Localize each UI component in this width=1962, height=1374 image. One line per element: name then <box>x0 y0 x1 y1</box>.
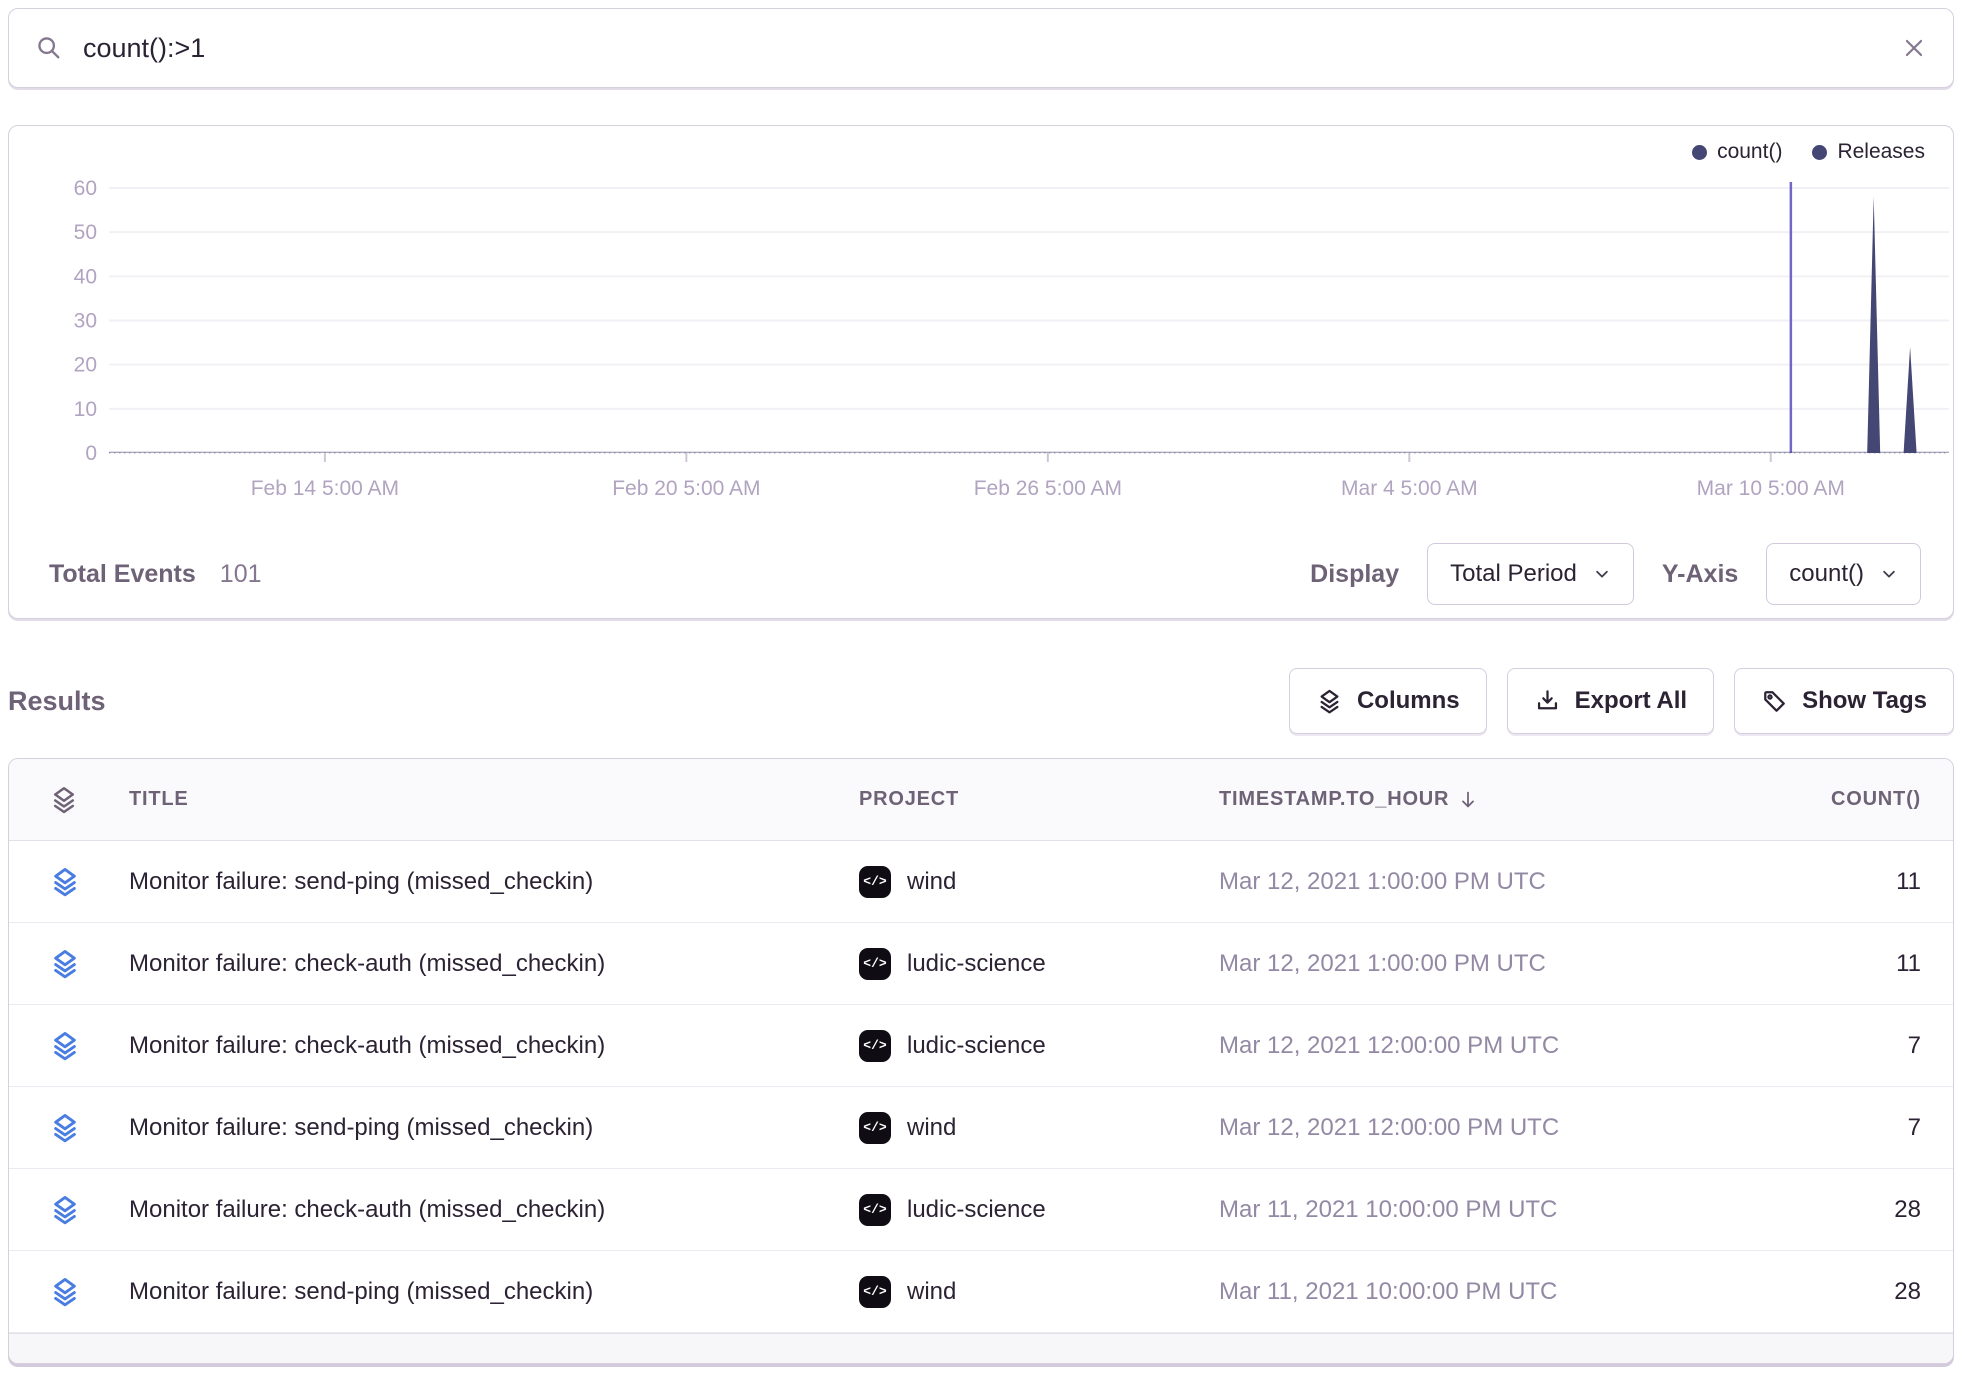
project-cell[interactable]: </> wind <box>859 866 1219 898</box>
project-cell[interactable]: </> ludic-science <box>859 1030 1219 1062</box>
event-title[interactable]: Monitor failure: check-auth (missed_chec… <box>129 1196 859 1224</box>
count-cell[interactable]: 11 <box>1819 950 1921 978</box>
count-cell[interactable]: 28 <box>1819 1278 1921 1306</box>
count-spike <box>1867 197 1880 453</box>
project-cell[interactable]: </> wind <box>859 1276 1219 1308</box>
project-name: ludic-science <box>907 1032 1046 1060</box>
project-cell[interactable]: </> ludic-science <box>859 1194 1219 1226</box>
sort-desc-arrow-icon <box>1457 789 1479 811</box>
timestamp-cell[interactable]: Mar 12, 2021 12:00:00 PM UTC <box>1219 1032 1819 1060</box>
platform-icon: </> <box>859 1276 891 1308</box>
platform-icon: </> <box>859 866 891 898</box>
download-icon <box>1534 688 1561 715</box>
count-cell[interactable]: 11 <box>1819 868 1921 896</box>
table-row[interactable]: Monitor failure: check-auth (missed_chec… <box>9 1005 1953 1087</box>
count-cell[interactable]: 28 <box>1819 1196 1921 1224</box>
event-stack-icon <box>49 866 81 898</box>
table-header-row: TITLE PROJECT TIMESTAMP.TO_HOUR COUNT() <box>9 759 1953 841</box>
project-name: ludic-science <box>907 950 1046 978</box>
timestamp-cell[interactable]: Mar 12, 2021 1:00:00 PM UTC <box>1219 950 1819 978</box>
show-tags-button-label: Show Tags <box>1802 687 1927 715</box>
show-tags-button[interactable]: Show Tags <box>1734 668 1954 734</box>
platform-icon: </> <box>859 1030 891 1062</box>
table-row[interactable]: Monitor failure: send-ping (missed_check… <box>9 1087 1953 1169</box>
results-title: Results <box>8 686 106 717</box>
search-input[interactable] <box>81 18 1883 78</box>
search-icon <box>35 34 63 62</box>
column-header-project[interactable]: PROJECT <box>859 788 1219 811</box>
total-events-value: 101 <box>220 560 262 589</box>
columns-button[interactable]: Columns <box>1289 668 1487 734</box>
chevron-down-icon <box>1593 565 1611 583</box>
y-axis-tick-label: 10 <box>74 398 97 421</box>
table-row[interactable]: Monitor failure: send-ping (missed_check… <box>9 1251 1953 1333</box>
table-footer <box>9 1333 1953 1363</box>
count-cell[interactable]: 7 <box>1819 1114 1921 1142</box>
table-row[interactable]: Monitor failure: send-ping (missed_check… <box>9 841 1953 923</box>
x-axis-tick-label: Mar 4 5:00 AM <box>1341 477 1478 500</box>
y-axis-tick-label: 60 <box>74 177 97 200</box>
project-name: wind <box>907 868 956 896</box>
y-axis-label: Y-Axis <box>1662 560 1738 589</box>
event-title[interactable]: Monitor failure: check-auth (missed_chec… <box>129 1032 859 1060</box>
event-stack-icon <box>49 948 81 980</box>
y-axis-tick-label: 40 <box>74 265 97 288</box>
clear-search-icon[interactable] <box>1901 35 1927 61</box>
project-name: ludic-science <box>907 1196 1046 1224</box>
y-axis-dropdown[interactable]: count() <box>1766 543 1921 605</box>
platform-icon: </> <box>859 948 891 980</box>
event-stack-icon <box>49 1112 81 1144</box>
columns-button-label: Columns <box>1357 687 1460 715</box>
tag-icon <box>1761 688 1788 715</box>
event-stack-icon <box>49 1030 81 1062</box>
event-title[interactable]: Monitor failure: check-auth (missed_chec… <box>129 950 859 978</box>
y-axis-tick-label: 50 <box>74 221 97 244</box>
event-title[interactable]: Monitor failure: send-ping (missed_check… <box>129 868 859 896</box>
results-table: TITLE PROJECT TIMESTAMP.TO_HOUR COUNT() … <box>8 758 1954 1364</box>
x-axis-tick-label: Feb 14 5:00 AM <box>251 477 399 500</box>
y-axis-tick-label: 30 <box>74 309 97 332</box>
timestamp-cell[interactable]: Mar 11, 2021 10:00:00 PM UTC <box>1219 1196 1819 1224</box>
stack-icon <box>1316 688 1343 715</box>
project-cell[interactable]: </> wind <box>859 1112 1219 1144</box>
total-events-label: Total Events <box>49 560 196 589</box>
project-name: wind <box>907 1278 956 1306</box>
export-all-button-label: Export All <box>1575 687 1687 715</box>
results-actions: Columns Export All Show Tags <box>1289 668 1954 734</box>
search-bar <box>8 8 1954 88</box>
timestamp-cell[interactable]: Mar 11, 2021 10:00:00 PM UTC <box>1219 1278 1819 1306</box>
project-cell[interactable]: </> ludic-science <box>859 948 1219 980</box>
project-name: wind <box>907 1114 956 1142</box>
event-title[interactable]: Monitor failure: send-ping (missed_check… <box>129 1278 859 1306</box>
event-stack-icon <box>49 1194 81 1226</box>
display-dropdown-value: Total Period <box>1450 560 1577 588</box>
stack-icon[interactable] <box>49 785 79 815</box>
column-header-timestamp[interactable]: TIMESTAMP.TO_HOUR <box>1219 788 1819 811</box>
timestamp-cell[interactable]: Mar 12, 2021 1:00:00 PM UTC <box>1219 868 1819 896</box>
count-cell[interactable]: 7 <box>1819 1032 1921 1060</box>
column-header-title[interactable]: TITLE <box>129 788 859 811</box>
count-spike <box>1904 347 1917 453</box>
events-chart-panel: count() Releases 0102030405060Feb 14 5:0… <box>8 125 1954 619</box>
y-axis-tick-label: 0 <box>85 442 97 465</box>
platform-icon: </> <box>859 1194 891 1226</box>
chart-footer: Total Events 101 Display Total Period Y-… <box>41 542 1921 606</box>
display-dropdown[interactable]: Total Period <box>1427 543 1634 605</box>
export-all-button[interactable]: Export All <box>1507 668 1714 734</box>
timestamp-cell[interactable]: Mar 12, 2021 12:00:00 PM UTC <box>1219 1114 1819 1142</box>
event-stack-icon <box>49 1276 81 1308</box>
display-label: Display <box>1310 560 1399 589</box>
platform-icon: </> <box>859 1112 891 1144</box>
chevron-down-icon <box>1880 565 1898 583</box>
x-axis-tick-label: Feb 26 5:00 AM <box>974 477 1122 500</box>
y-axis-dropdown-value: count() <box>1789 560 1864 588</box>
table-row[interactable]: Monitor failure: check-auth (missed_chec… <box>9 923 1953 1005</box>
y-axis-tick-label: 20 <box>74 354 97 377</box>
x-axis-tick-label: Feb 20 5:00 AM <box>612 477 760 500</box>
x-axis-tick-label: Mar 10 5:00 AM <box>1697 477 1845 500</box>
events-over-time-chart[interactable]: 0 10 20 30 40 50 60 Feb 14 5:00 AM Feb 20 5:00 A… <box>41 140 1953 506</box>
column-header-count[interactable]: COUNT() <box>1819 788 1921 811</box>
event-title[interactable]: Monitor failure: send-ping (missed_check… <box>129 1114 859 1142</box>
table-row[interactable]: Monitor failure: check-auth (missed_chec… <box>9 1169 1953 1251</box>
